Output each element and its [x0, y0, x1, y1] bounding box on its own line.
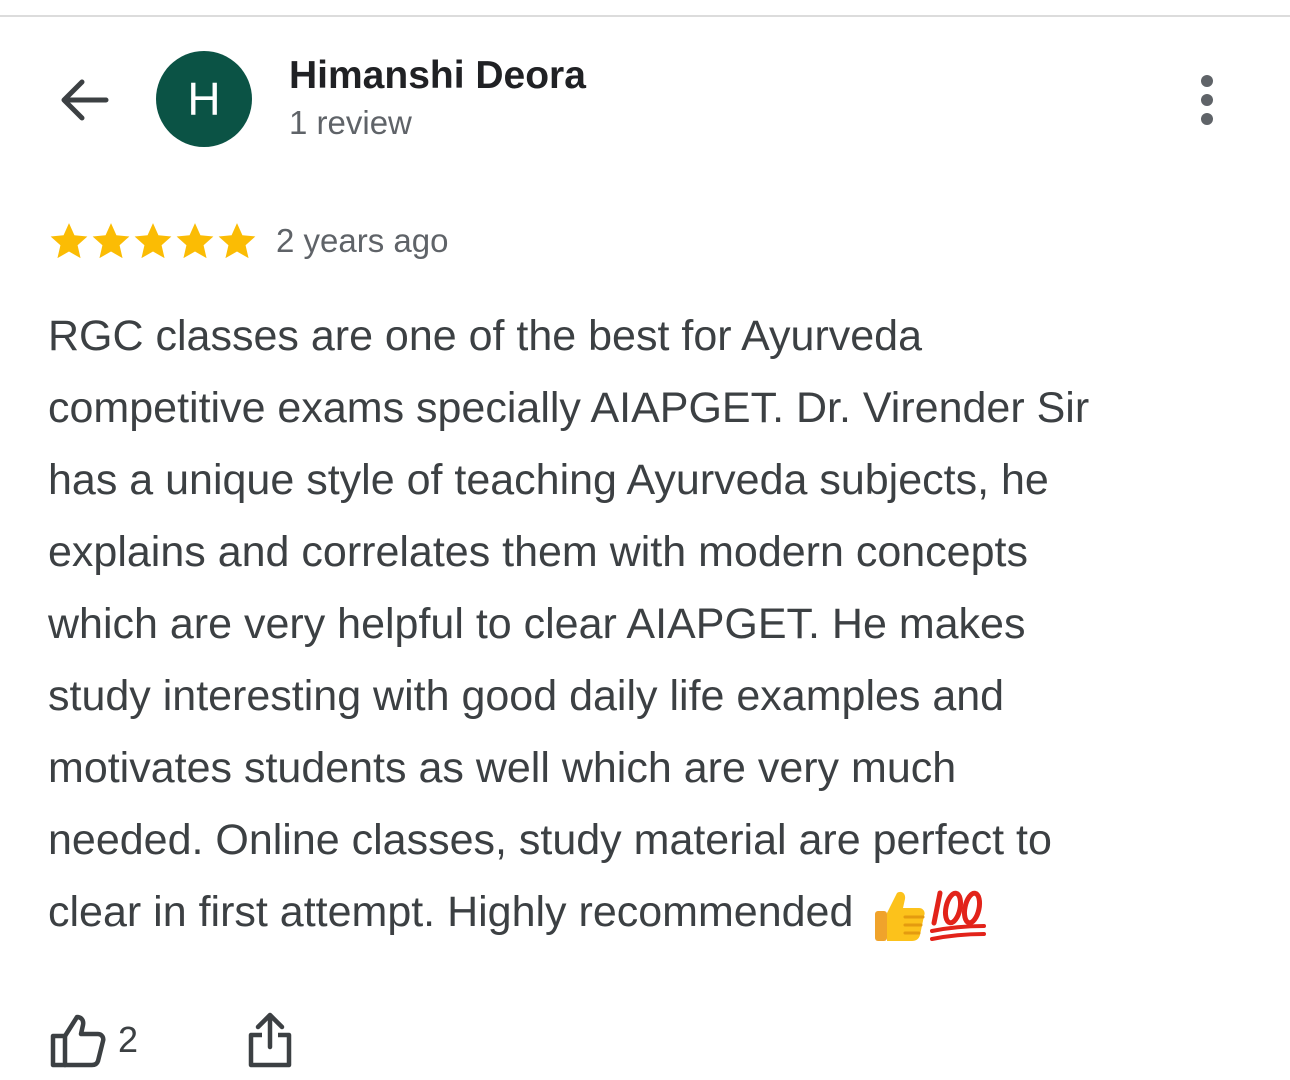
review-text-line: motivates students as well which are ver…: [48, 732, 1248, 804]
review-text-line-content: needed. Online classes, study material a…: [48, 816, 1052, 864]
rating-row: 2 years ago: [48, 218, 448, 264]
review-text-line: explains and correlates them with modern…: [48, 516, 1248, 588]
arrow-left-icon: [61, 79, 109, 121]
more-vert-dot: [1201, 113, 1213, 125]
review-text-line: clear in first attempt. Highly recommend…: [48, 876, 1248, 948]
more-options-button[interactable]: [1185, 72, 1229, 128]
top-divider: [0, 15, 1290, 17]
star-icon: [92, 223, 130, 259]
star-rating: [48, 220, 258, 262]
review-text-line-content: motivates students as well which are ver…: [48, 744, 957, 792]
review-text-line: has a unique style of teaching Ayurveda …: [48, 444, 1248, 516]
star-icon: [134, 223, 172, 259]
share-icon: [248, 1012, 292, 1068]
star-icon: [218, 223, 256, 259]
review-text-line-content: clear in first attempt. Highly recommend…: [48, 888, 854, 936]
review-text-line: study interesting with good daily life e…: [48, 660, 1248, 732]
review-date: 2 years ago: [276, 222, 449, 259]
hundred-points-emoji: [930, 890, 987, 941]
review-text-line: RGC classes are one of the best for Ayur…: [48, 300, 1248, 372]
review-text-line-content: competitive exams specially AIAPGET. Dr.…: [48, 384, 1090, 432]
like-count: 2: [118, 1019, 139, 1060]
review-text: RGC classes are one of the best for Ayur…: [48, 300, 1248, 948]
avatar-letter: H: [187, 73, 221, 125]
reviewer-name[interactable]: Himanshi Deora: [289, 54, 586, 98]
review-actions: 2: [48, 1005, 448, 1075]
review-text-line: needed. Online classes, study material a…: [48, 804, 1248, 876]
review-text-line-content: explains and correlates them with modern…: [48, 528, 1028, 576]
share-button[interactable]: [242, 1005, 298, 1075]
star-icon: [176, 223, 214, 259]
review-text-line-content: has a unique style of teaching Ayurveda …: [48, 456, 1049, 504]
more-vert-dot: [1201, 94, 1213, 106]
thumbs-up-emoji: [875, 891, 926, 941]
review-text-line-content: RGC classes are one of the best for Ayur…: [48, 312, 923, 360]
review-header: H Himanshi Deora 1 review: [0, 50, 1290, 150]
like-button[interactable]: 2: [48, 1005, 138, 1075]
review-count: 1 review: [289, 104, 412, 141]
avatar[interactable]: H: [156, 51, 252, 147]
more-vert-icon: [1201, 75, 1213, 87]
review-text-line: which are very helpful to clear AIAPGET.…: [48, 588, 1248, 660]
thumbs-up-outline-icon: [50, 1014, 106, 1068]
review-text-line-content: which are very helpful to clear AIAPGET.…: [48, 600, 1026, 648]
review-text-line: competitive exams specially AIAPGET. Dr.…: [48, 372, 1248, 444]
back-button[interactable]: [52, 72, 114, 128]
star-icon: [50, 223, 88, 259]
review-text-line-content: study interesting with good daily life e…: [48, 672, 1005, 720]
